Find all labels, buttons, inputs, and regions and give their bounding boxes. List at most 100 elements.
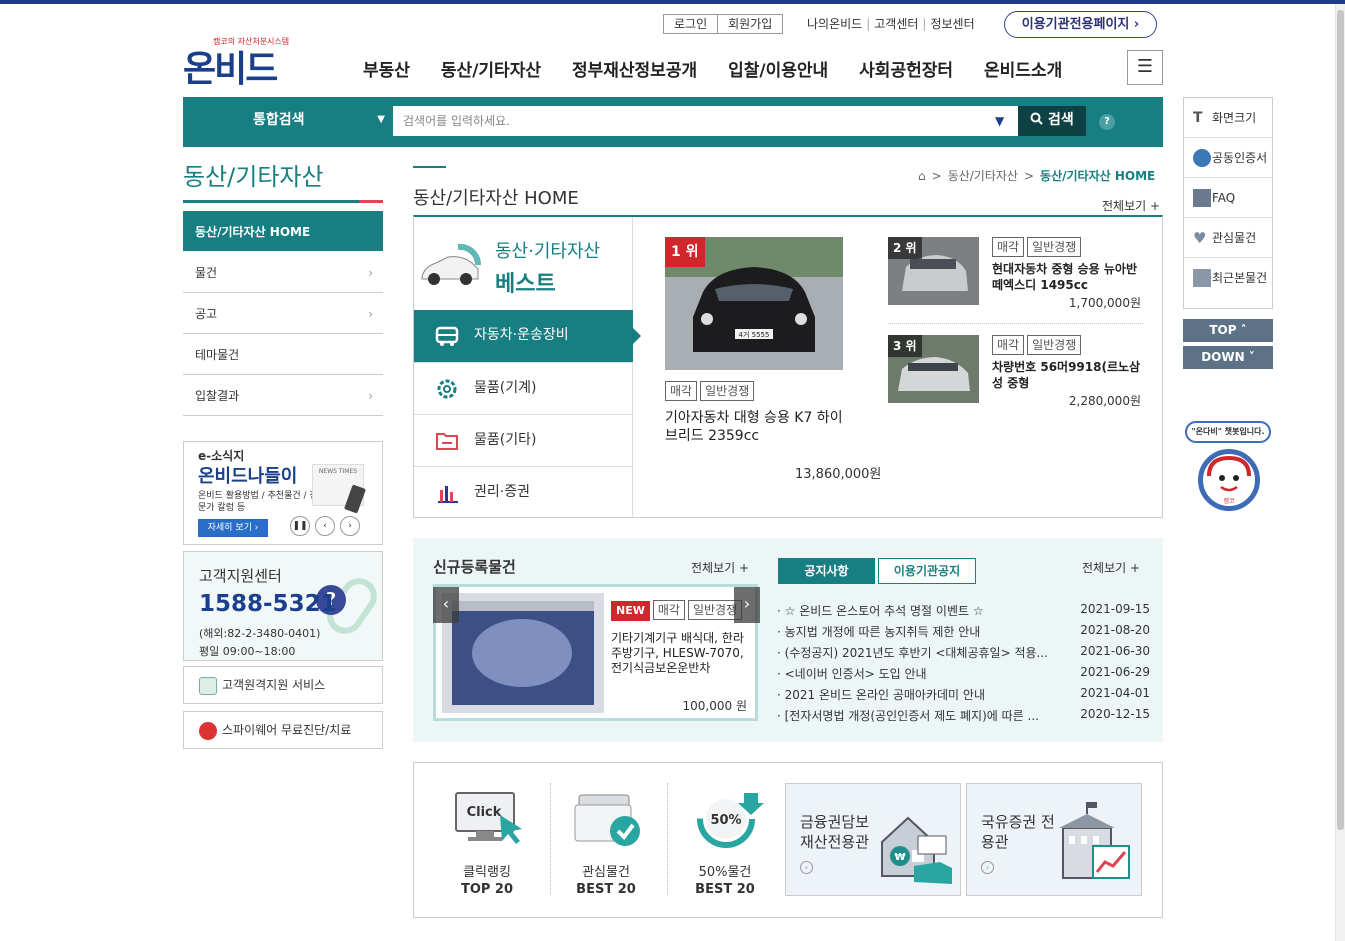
notice-row[interactable]: · <네이버 인증서> 도입 안내 2021-06-29 <box>777 665 1150 686</box>
quick-font-size[interactable]: T 화면크기 <box>1184 98 1272 138</box>
category-securities[interactable]: 권리·증권 <box>414 466 633 518</box>
quick-label: 최근본물건 <box>1212 271 1268 285</box>
remote-support-button[interactable]: 고객원격지원 서비스 <box>183 666 383 704</box>
rank1-photo[interactable]: 4거 5555 1 위 <box>665 237 843 370</box>
national-securities-banner[interactable]: 국유증권 전용관 › <box>966 783 1142 896</box>
quick-recent[interactable]: 최근본물건 <box>1184 258 1272 298</box>
gnb-about[interactable]: 온비드소개 <box>984 56 1062 81</box>
new-item-card[interactable]: NEW 매각 일반경쟁 기타기계기구 배식대, 한라주방기구, HLESW-7070… <box>433 584 758 721</box>
folder-check-icon <box>574 794 640 846</box>
chatbot-button[interactable]: "온다비" 챗봇입니다. 캠코 <box>1183 421 1273 513</box>
lnb-item-label: 공고 <box>195 307 218 321</box>
gnb-real-estate[interactable]: 부동산 <box>363 56 410 81</box>
quick-interest[interactable]: ♥ 관심물건 <box>1184 218 1272 258</box>
info-center-link[interactable]: 정보센터 <box>930 17 974 31</box>
remote-support-label: 고객원격지원 서비스 <box>222 678 326 692</box>
notice-date: 2021-06-29 <box>1080 665 1150 679</box>
org-page-button[interactable]: 이용기관전용페이지 › <box>1004 11 1157 38</box>
hamburger-menu-button[interactable]: ☰ <box>1127 50 1163 85</box>
rank1-name[interactable]: 기아자동차 대형 승용 K7 하이브리드 2359cc <box>665 409 845 445</box>
notice-title: · [전자서명법 개정(공인인증서 제도 폐지)에 따른 ... <box>777 709 1039 723</box>
quick-label: 관심물건 <box>1212 231 1257 245</box>
category-goods[interactable]: 물품(기타) <box>414 414 633 466</box>
page-scrollbar[interactable] <box>1335 4 1345 941</box>
interest-items-link[interactable]: 관심물건 BEST 20 <box>547 785 665 903</box>
chatbot-name: 캠코 <box>1223 498 1235 505</box>
svg-text:₩: ₩ <box>894 852 905 863</box>
lnb-item-home[interactable]: 동산/기타자산 HOME <box>183 211 383 251</box>
tag-sale: 매각 <box>652 600 685 620</box>
new-items-view-all[interactable]: 전체보기 + <box>691 559 749 576</box>
notice-row[interactable]: · [전자서명법 개정(공인인증서 제도 폐지)에 따른 ... 2020-12-… <box>777 707 1150 728</box>
quick-faq[interactable]: FAQ <box>1184 178 1272 218</box>
lnb-item-results[interactable]: 입찰결과 › <box>183 375 383 416</box>
quick-certificate[interactable]: 공동인증서 <box>1184 138 1272 178</box>
click-icon-text: Click <box>467 805 502 820</box>
search-button[interactable]: 검색 <box>1018 106 1086 136</box>
customer-center-link[interactable]: 고객센터 <box>874 17 918 31</box>
banner-more-button[interactable]: 자세히 보기 › <box>198 519 268 537</box>
gnb-social-market[interactable]: 사회공헌장터 <box>859 56 953 81</box>
search-scope-select[interactable]: 통합검색 ▼ <box>183 97 393 147</box>
financial-collateral-banner[interactable]: 금융권담보 재산전용관 › ₩ <box>785 783 961 896</box>
search-button-label: 검색 <box>1048 112 1074 128</box>
next-icon[interactable]: › <box>340 516 360 536</box>
banner-desc: 온비드 활용방법 / 추천물건 / 전문가 칼럼 등 <box>198 491 318 513</box>
best-category-menu: 동산·기타자산 베스트 자동차·운송장비 물품(기계) 물품(기타) 권리·증권 <box>414 217 641 518</box>
scrollbar-thumb[interactable] <box>1337 10 1344 830</box>
half-price-items-link[interactable]: 50% 50%물건 BEST 20 <box>666 785 784 903</box>
home-icon[interactable]: ⌂ <box>918 169 926 183</box>
carousel-next-button[interactable]: › <box>734 587 760 623</box>
tab-notices[interactable]: 공지사항 <box>778 558 875 584</box>
notices-view-all[interactable]: 전체보기 + <box>1082 559 1140 576</box>
prev-icon[interactable]: ‹ <box>315 516 335 536</box>
org-page-label: 이용기관전용페이지 <box>1021 17 1130 32</box>
building-chart-icon <box>1059 802 1130 879</box>
half-price-items-label: 50%물건 BEST 20 <box>666 864 784 898</box>
scroll-top-button[interactable]: TOP ˄ <box>1183 319 1273 342</box>
search-dropdown-icon[interactable]: ▼ <box>995 114 1004 128</box>
rank3-item[interactable]: 3 위 매각 일반경쟁 차량번호 56머9918(르노삼성 중형 2,280,00… <box>888 335 1143 421</box>
my-onbid-link[interactable]: 나의온비드 <box>807 17 862 31</box>
category-vehicles[interactable]: 자동차·운송장비 <box>414 310 641 362</box>
notice-date: 2020-12-15 <box>1080 707 1150 721</box>
book-icon <box>1193 189 1211 207</box>
section-title-underline <box>183 200 383 203</box>
gnb-bidding-guide[interactable]: 입찰/이용안내 <box>728 56 828 81</box>
interest-items-label-2: BEST 20 <box>576 882 636 897</box>
gnb-gov-property[interactable]: 정부재산정보공개 <box>572 56 697 81</box>
notice-row[interactable]: · ☆ 온비드 온스토어 추석 명절 이벤트 ☆ 2021-09-15 <box>777 602 1150 623</box>
notice-title: · (수정공지) 2021년도 후반기 <대체공휴일> 적용... <box>777 646 1048 660</box>
pause-icon[interactable]: ❚❚ <box>290 516 310 536</box>
spyware-scan-button[interactable]: 스파이웨어 무료진단/치료 <box>183 711 383 749</box>
heart-icon: ♥ <box>1193 229 1207 247</box>
click-ranking-link[interactable]: Click 클릭랭킹 TOP 20 <box>428 785 546 903</box>
lnb-item-notices[interactable]: 공고 › <box>183 293 383 334</box>
rank2-item[interactable]: 2 위 매각 일반경쟁 현대자동차 중형 승용 뉴아반떼엑스디 1495cc 1,… <box>888 237 1143 323</box>
lnb-item-items[interactable]: 물건 › <box>183 252 383 293</box>
lnb-item-label: 입찰결과 <box>195 389 240 403</box>
notice-row[interactable]: · 농지법 개정에 따른 농지취득 제한 안내 2021-08-20 <box>777 623 1150 644</box>
best-view-all-link[interactable]: 전체보기 + <box>1102 197 1160 214</box>
join-button[interactable]: 회원가입 <box>718 14 784 34</box>
enewsletter-banner[interactable]: e-소식지 온비드나들이 온비드 활용방법 / 추천물건 / 전문가 칼럼 등 … <box>183 441 383 545</box>
login-button[interactable]: 로그인 <box>663 14 719 34</box>
help-icon[interactable]: ? <box>1099 114 1115 130</box>
rank1-tags: 매각 일반경쟁 <box>665 381 757 401</box>
tag-sale: 매각 <box>992 237 1025 257</box>
gnb-movable-assets[interactable]: 동산/기타자산 <box>441 56 541 81</box>
notice-row[interactable]: · (수정공지) 2021년도 후반기 <대체공휴일> 적용... 2021-06… <box>777 644 1150 665</box>
notice-row[interactable]: · 2021 온비드 온라인 공매아카데미 안내 2021-04-01 <box>777 686 1150 707</box>
scroll-down-button[interactable]: DOWN ˅ <box>1183 346 1273 369</box>
quick-label: 화면크기 <box>1212 111 1257 125</box>
search-input[interactable]: 검색어를 입력하세요. <box>393 106 1018 136</box>
lnb-item-theme[interactable]: 테마물건 <box>183 334 383 375</box>
rank-divider <box>888 323 1143 324</box>
category-machinery[interactable]: 물품(기계) <box>414 362 633 414</box>
onbid-logo[interactable]: 캠코의 자산처분시스템 온비드 <box>183 36 289 90</box>
new-item-image <box>442 593 604 713</box>
tab-org-notices[interactable]: 이용기관공지 <box>878 558 976 584</box>
carousel-prev-button[interactable]: ‹ <box>433 587 459 623</box>
breadcrumb-item[interactable]: 동산/기타자산 <box>948 169 1018 183</box>
chevron-right-icon: › <box>743 594 751 613</box>
